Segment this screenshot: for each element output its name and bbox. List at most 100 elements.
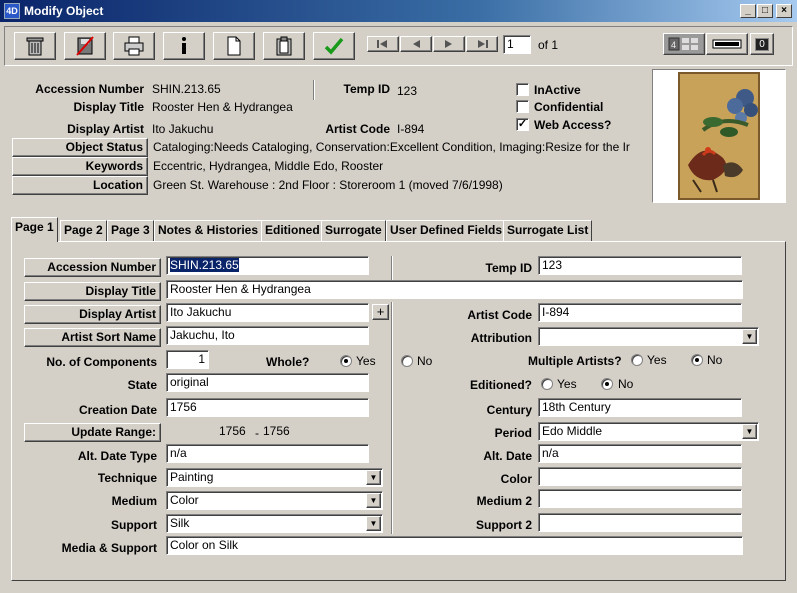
whole-yes-radio[interactable] [340,355,352,367]
temp-id-input[interactable]: 123 [538,256,742,275]
previous-record-button[interactable] [400,36,432,52]
whole-no-radio[interactable] [401,355,413,367]
tab-page-1[interactable]: Page 1 [11,217,58,242]
multiple-artists-yes-label: Yes [647,353,667,367]
update-range-button[interactable]: Update Range: [24,423,161,442]
alt-date-input[interactable]: n/a [538,444,742,463]
object-thumbnail[interactable] [652,69,786,203]
artist-code-field-label: Artist Code [467,308,532,322]
medium-2-input[interactable] [538,489,742,508]
print-button[interactable] [113,32,155,60]
artwork-thumbnail-image [678,72,760,200]
save-button[interactable] [313,32,355,60]
tab-editioned[interactable]: Editioned [261,220,324,241]
technique-select[interactable]: Painting ▼ [166,468,383,487]
column-divider-top [391,256,393,280]
multiple-artists-yes-radio[interactable] [631,354,643,366]
creation-date-label: Creation Date [78,403,157,417]
grid-view-button[interactable]: 4 [663,33,705,55]
accession-number-input[interactable]: SHIN.213.65 [166,256,369,275]
record-number-input[interactable]: 1 [503,35,531,54]
tab-surrogate-list[interactable]: Surrogate List [503,220,593,241]
support-2-input[interactable] [538,513,742,532]
tab-page-3[interactable]: Page 3 [107,220,154,241]
technique-value: Painting [170,470,214,484]
object-status-button[interactable]: Object Status [12,138,148,157]
tab-page-2[interactable]: Page 2 [60,220,107,241]
tab-notes-histories[interactable]: Notes & Histories [154,220,263,241]
close-button[interactable]: × [776,4,792,18]
web-access-checkbox[interactable]: ✓ [516,118,529,131]
range-start: 1756 [219,424,246,438]
clipboard-icon [276,36,292,56]
tab-user-defined-fields[interactable]: User Defined Fields [386,220,507,241]
info-button[interactable] [163,32,205,60]
maximize-button[interactable]: □ [757,4,773,18]
first-record-button[interactable] [367,36,399,52]
period-select[interactable]: Edo Middle ▼ [538,422,759,441]
artist-sort-name-input[interactable]: Jakuchu, Ito [166,326,369,345]
location-button[interactable]: Location [12,176,148,195]
inactive-label: InActive [534,83,581,97]
display-title-value: Rooster Hen & Hydrangea [152,100,293,114]
minimize-button[interactable]: _ [740,4,756,18]
support-label: Support [111,518,157,532]
next-record-button[interactable] [433,36,465,52]
chevron-down-icon[interactable]: ▼ [742,424,757,439]
media-support-input[interactable]: Color on Silk [166,536,743,555]
inactive-checkbox[interactable] [516,83,529,96]
checkmark-icon [324,37,344,55]
display-title-input[interactable]: Rooster Hen & Hydrangea [166,280,743,299]
clipboard-button[interactable] [263,32,305,60]
chevron-down-icon[interactable]: ▼ [366,493,381,508]
header-divider [313,80,315,100]
editioned-label: Editioned? [470,378,532,392]
artist-sort-name-button[interactable]: Artist Sort Name [24,328,161,347]
counter-button[interactable]: 0 [750,33,774,55]
add-artist-button[interactable]: + [372,304,389,320]
last-record-button[interactable] [466,36,498,52]
period-label: Period [494,426,532,440]
new-record-button[interactable] [213,32,255,60]
artist-code-label: Artist Code [325,122,390,136]
tab-surrogate[interactable]: Surrogate [321,220,386,241]
alt-date-type-input[interactable]: n/a [166,444,369,463]
medium-label: Medium [111,494,157,508]
list-view-button[interactable] [706,33,748,55]
chevron-down-icon[interactable]: ▼ [366,516,381,531]
display-artist-label: Display Artist [67,122,144,136]
chevron-down-icon[interactable]: ▼ [366,470,381,485]
components-input[interactable]: 1 [166,350,209,369]
creation-date-input[interactable]: 1756 [166,398,369,417]
range-separator: - [255,426,259,440]
display-title-label: Display Title [73,100,144,114]
temp-id-value: 123 [397,84,418,98]
support-select[interactable]: Silk ▼ [166,514,383,533]
medium-select[interactable]: Color ▼ [166,491,383,510]
state-label: State [127,378,157,392]
century-input[interactable]: 18th Century [538,398,742,417]
multiple-artists-label: Multiple Artists? [528,354,622,368]
previous-icon [413,40,420,48]
keywords-button[interactable]: Keywords [12,157,148,176]
confidential-checkbox[interactable] [516,100,529,113]
cancel-button[interactable] [64,32,106,60]
artist-code-input[interactable]: I-894 [538,303,742,322]
location-value: Green St. Warehouse : 2nd Floor : Storer… [153,178,503,192]
media-support-label: Media & Support [61,541,157,555]
delete-button[interactable] [14,32,56,60]
artist-code-value: I-894 [397,122,425,136]
cancel-save-icon [76,36,94,56]
display-title-button[interactable]: Display Title [24,282,161,301]
color-input[interactable] [538,467,742,486]
state-input[interactable]: original [166,373,369,392]
display-artist-input[interactable]: Ito Jakuchu [166,303,369,322]
accession-number-button[interactable]: Accession Number [24,258,161,277]
multiple-artists-no-radio[interactable] [691,354,703,366]
first-icon [377,40,387,48]
attribution-select[interactable]: ▼ [538,327,759,346]
editioned-yes-radio[interactable] [541,378,553,390]
chevron-down-icon[interactable]: ▼ [742,329,757,344]
editioned-no-radio[interactable] [601,378,613,390]
display-artist-button[interactable]: Display Artist [24,305,161,324]
